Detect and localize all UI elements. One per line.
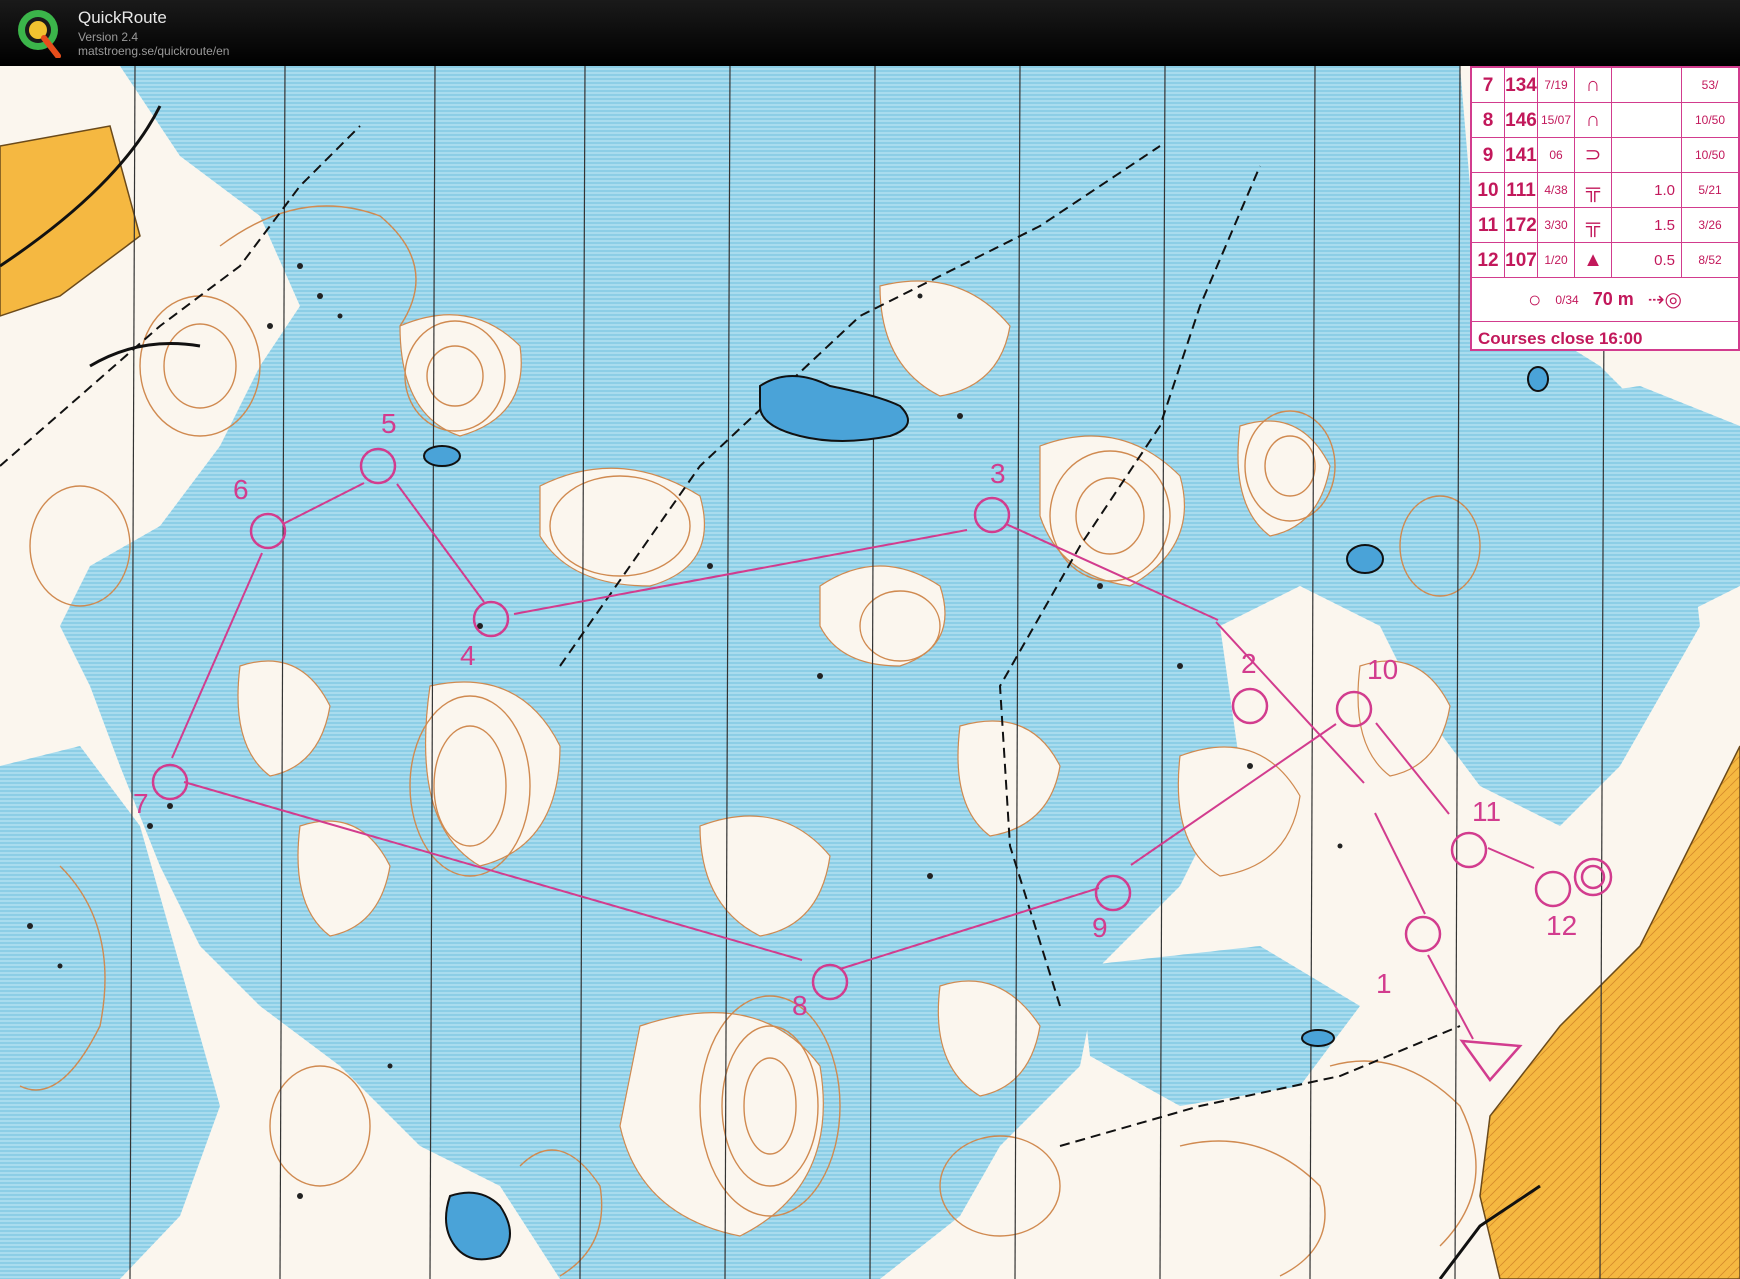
control-number: 7 bbox=[1472, 68, 1505, 102]
control-extra: 10/50 bbox=[1694, 148, 1726, 162]
app-version: Version 2.4 bbox=[78, 30, 139, 44]
control-label-2: 2 bbox=[1241, 648, 1257, 679]
control-dimension: 1.5 bbox=[1612, 208, 1682, 242]
control-row: 9 141 06 ⊃ 10/50 bbox=[1472, 138, 1738, 173]
app-url[interactable]: matstroeng.se/quickroute/en bbox=[78, 44, 229, 58]
finish-row: ○ 0/34 70 m ⇢◎ bbox=[1472, 278, 1738, 322]
hill-symbol-icon: ∩ bbox=[1575, 103, 1612, 137]
control-extra: 5/21 bbox=[1698, 183, 1722, 197]
control-extra: 8/52 bbox=[1698, 253, 1722, 267]
control-dimension bbox=[1612, 103, 1682, 137]
control-label-7: 7 bbox=[133, 788, 149, 819]
control-feature: 06 bbox=[1538, 138, 1575, 172]
control-extra: 3/26 bbox=[1698, 218, 1722, 232]
control-dimension bbox=[1612, 68, 1682, 102]
control-code: 172 bbox=[1505, 208, 1538, 242]
control-dimension: 1.0 bbox=[1612, 173, 1682, 207]
control-label-5: 5 bbox=[381, 408, 397, 439]
finish-distance: 70 m bbox=[1592, 289, 1634, 309]
control-code: 146 bbox=[1505, 103, 1538, 137]
control-label-8: 8 bbox=[792, 990, 808, 1021]
control-label-6: 6 bbox=[233, 474, 249, 505]
wall-symbol-icon: ╦ bbox=[1575, 208, 1612, 242]
control-dimension: 0.5 bbox=[1612, 243, 1682, 277]
control-code: 134 bbox=[1505, 68, 1538, 102]
control-label-4: 4 bbox=[460, 640, 476, 671]
control-extra: 53/ bbox=[1701, 78, 1719, 92]
control-label-3: 3 bbox=[990, 458, 1006, 489]
control-row: 7 134 7/19 ∩ 53/ bbox=[1472, 68, 1738, 103]
app-title: QuickRoute bbox=[78, 8, 167, 27]
control-feature: 7/19 bbox=[1538, 68, 1575, 102]
control-feature: 4/38 bbox=[1538, 173, 1575, 207]
control-number: 12 bbox=[1472, 243, 1505, 277]
wall-symbol-icon: ╦ bbox=[1575, 173, 1612, 207]
control-number: 10 bbox=[1472, 173, 1505, 207]
control-number: 9 bbox=[1472, 138, 1505, 172]
control-label-12: 12 bbox=[1546, 910, 1578, 941]
control-dimension bbox=[1612, 138, 1682, 172]
control-description-sheet: 7 134 7/19 ∩ 53/ 8 146 15/07 ∩ 10/50 9 1… bbox=[1470, 66, 1740, 351]
spur-symbol-icon: ⊃ bbox=[1575, 138, 1612, 172]
orienteering-map[interactable]: 1 2 3 4 5 6 7 8 9 10 11 12 7 134 7/19 ∩ … bbox=[0, 66, 1740, 1279]
boulder-symbol-icon: ▲ bbox=[1575, 243, 1612, 277]
finish-start-circle-icon: ○ bbox=[1528, 286, 1542, 312]
title-bar: QuickRoute Version 2.4 matstroeng.se/qui… bbox=[0, 0, 1740, 66]
control-label-10: 10 bbox=[1367, 654, 1399, 685]
hill-symbol-icon: ∩ bbox=[1575, 68, 1612, 102]
finish-arrow-icon: ⇢◎ bbox=[1647, 289, 1682, 311]
control-label-9: 9 bbox=[1092, 912, 1108, 943]
control-row: 10 111 4/38 ╦ 1.0 5/21 bbox=[1472, 173, 1738, 208]
control-code: 107 bbox=[1505, 243, 1538, 277]
control-row: 8 146 15/07 ∩ 10/50 bbox=[1472, 103, 1738, 138]
control-number: 11 bbox=[1472, 208, 1505, 242]
control-feature: 1/20 bbox=[1538, 243, 1575, 277]
control-extra: 10/50 bbox=[1694, 113, 1726, 127]
control-feature: 15/07 bbox=[1538, 103, 1575, 137]
control-number: 8 bbox=[1472, 103, 1505, 137]
control-feature: 3/30 bbox=[1538, 208, 1575, 242]
quickroute-logo-icon bbox=[18, 10, 61, 58]
control-code: 141 bbox=[1505, 138, 1538, 172]
control-label-1: 1 bbox=[1376, 968, 1392, 999]
control-row: 12 107 1/20 ▲ 0.5 8/52 bbox=[1472, 243, 1738, 278]
control-row: 11 172 3/30 ╦ 1.5 3/26 bbox=[1472, 208, 1738, 243]
control-label-11: 11 bbox=[1472, 796, 1502, 827]
courses-close-note: Courses close 16:00 bbox=[1478, 329, 1643, 348]
control-code: 111 bbox=[1505, 173, 1538, 207]
finish-fraction: 0/34 bbox=[1555, 292, 1579, 307]
